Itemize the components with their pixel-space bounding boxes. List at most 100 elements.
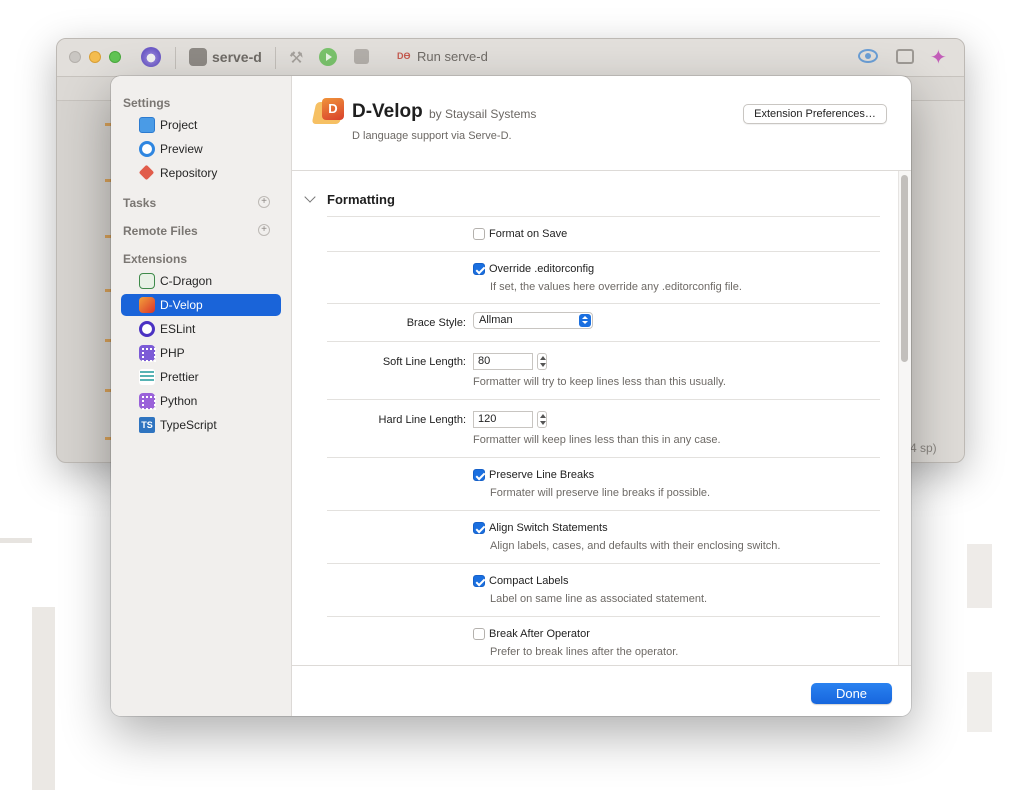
run-config-label[interactable]: Run serve-d: [417, 49, 488, 64]
preserve-line-breaks-label[interactable]: Preserve Line Breaks: [489, 469, 594, 481]
sidebar-item-project[interactable]: Project: [121, 114, 281, 136]
settings-list: Formatting Format on Save Override .edit…: [292, 171, 898, 665]
sidebar-item-label: Prettier: [160, 370, 199, 384]
override-editorconfig-checkbox[interactable]: [473, 263, 485, 275]
format-on-save-checkbox[interactable]: [473, 228, 485, 240]
break-after-operator-checkbox[interactable]: [473, 628, 485, 640]
add-remote-file-button[interactable]: +: [258, 224, 270, 236]
sheet-footer: Done: [292, 665, 911, 716]
preview-eye-icon[interactable]: [858, 49, 878, 63]
align-switch-statements-label[interactable]: Align Switch Statements: [489, 522, 608, 534]
build-hammer-icon[interactable]: ⚒: [289, 48, 307, 67]
window-zoom-button[interactable]: [109, 51, 121, 63]
sparkle-icon[interactable]: ✦: [930, 45, 947, 70]
break-after-operator-label[interactable]: Break After Operator: [489, 628, 590, 640]
typescript-icon: TS: [139, 417, 155, 433]
sidebar-toggle-icon[interactable]: [896, 49, 914, 64]
screen: serve-d ⚒ DƟ Run serve-d ✦ 4 sp) Setting…: [0, 0, 1021, 790]
preview-eye-icon: [139, 141, 155, 157]
extension-settings-sheet: Settings Project Preview Repository Task…: [111, 76, 911, 716]
align-switch-statements-checkbox[interactable]: [473, 522, 485, 534]
divider: [327, 399, 880, 400]
preserve-line-breaks-description: Formater will preserve line breaks if po…: [490, 487, 711, 499]
background-fragment: [0, 538, 32, 543]
compact-labels-checkbox[interactable]: [473, 575, 485, 587]
sidebar-item-c-dragon[interactable]: C-Dragon: [121, 270, 281, 292]
soft-line-length-description: Formatter will try to keep lines less th…: [473, 376, 726, 388]
settings-scroll-area[interactable]: Formatting Format on Save Override .edit…: [292, 171, 911, 665]
php-icon: [139, 345, 156, 362]
align-switch-statements-description: Align labels, cases, and defaults with t…: [490, 540, 781, 552]
prettier-icon: [139, 369, 155, 385]
run-play-icon[interactable]: [319, 48, 337, 66]
format-on-save-label[interactable]: Format on Save: [489, 228, 567, 240]
soft-line-length-input[interactable]: 80: [473, 353, 533, 370]
override-editorconfig-description: If set, the values here override any .ed…: [490, 281, 742, 293]
divider: [327, 251, 880, 252]
brace-style-value: Allman: [479, 314, 513, 326]
brace-style-label: Brace Style:: [406, 317, 466, 329]
done-button[interactable]: Done: [811, 683, 892, 704]
extension-preferences-button[interactable]: Extension Preferences…: [743, 104, 887, 124]
sidebar-item-preview[interactable]: Preview: [121, 138, 281, 160]
sidebar-item-label: Repository: [160, 166, 218, 180]
extension-author: by Staysail Systems: [429, 107, 537, 121]
divider: [327, 341, 880, 342]
brace-style-select[interactable]: Allman: [473, 312, 593, 329]
section-title-formatting[interactable]: Formatting: [327, 192, 395, 207]
sidebar-item-d-velop[interactable]: D-Velop: [121, 294, 281, 316]
sidebar-item-label: Python: [160, 394, 198, 408]
sidebar-item-label: TypeScript: [160, 418, 217, 432]
divider: [327, 563, 880, 564]
sidebar-item-python[interactable]: Python: [121, 390, 281, 412]
window-minimize-button[interactable]: [89, 51, 101, 63]
stop-icon[interactable]: [354, 49, 369, 64]
override-editorconfig-label[interactable]: Override .editorconfig: [489, 263, 594, 275]
divider: [327, 457, 880, 458]
toolbar-divider: [175, 47, 176, 69]
nova-app-icon[interactable]: [141, 47, 161, 67]
c-dragon-icon: [139, 273, 155, 289]
sidebar-header-extensions: Extensions: [123, 252, 188, 266]
sidebar-item-label: Preview: [160, 142, 203, 156]
extension-description: D language support via Serve-D.: [352, 130, 512, 142]
python-icon: [139, 393, 156, 410]
soft-line-length-stepper[interactable]: [537, 353, 547, 370]
background-toolbar: serve-d ⚒ DƟ Run serve-d ✦: [57, 39, 964, 77]
eslint-icon: [139, 321, 155, 337]
sidebar-item-label: Project: [160, 118, 198, 132]
window-close-button[interactable]: [69, 51, 81, 63]
chevron-down-icon[interactable]: [304, 191, 316, 203]
break-after-operator-description: Prefer to break lines after the operator…: [490, 646, 679, 658]
background-fragment: [967, 544, 992, 608]
project-name[interactable]: serve-d: [212, 49, 262, 65]
sidebar-header-tasks: Tasks: [123, 196, 157, 210]
project-icon: [139, 117, 155, 133]
background-minimap: [912, 101, 964, 462]
scrollbar-thumb[interactable]: [901, 175, 908, 362]
divider: [327, 510, 880, 511]
sidebar-item-repository[interactable]: Repository: [121, 162, 281, 184]
select-arrows-icon: [579, 314, 591, 327]
soft-line-length-label: Soft Line Length:: [382, 356, 466, 368]
d-velop-logo-icon: D: [311, 98, 345, 124]
d-velop-icon: [139, 297, 155, 313]
add-task-button[interactable]: +: [258, 196, 270, 208]
sidebar-item-php[interactable]: PHP: [121, 342, 281, 364]
extension-detail-pane: D D-Velop by Staysail Systems D language…: [292, 76, 911, 716]
sidebar-item-label: D-Velop: [160, 298, 203, 312]
compact-labels-label[interactable]: Compact Labels: [489, 575, 569, 587]
hard-line-length-input[interactable]: 120: [473, 411, 533, 428]
sidebar-item-eslint[interactable]: ESLint: [121, 318, 281, 340]
background-fragment: [967, 672, 992, 732]
settings-sidebar: Settings Project Preview Repository Task…: [111, 76, 292, 716]
divider: [327, 303, 880, 304]
indentation-status[interactable]: 4 sp): [910, 441, 937, 455]
preserve-line-breaks-checkbox[interactable]: [473, 469, 485, 481]
sidebar-header-remote-files: Remote Files: [123, 224, 198, 238]
divider: [327, 616, 880, 617]
hard-line-length-label: Hard Line Length:: [378, 414, 466, 426]
sidebar-item-typescript[interactable]: TS TypeScript: [121, 414, 281, 436]
hard-line-length-stepper[interactable]: [537, 411, 547, 428]
sidebar-item-prettier[interactable]: Prettier: [121, 366, 281, 388]
